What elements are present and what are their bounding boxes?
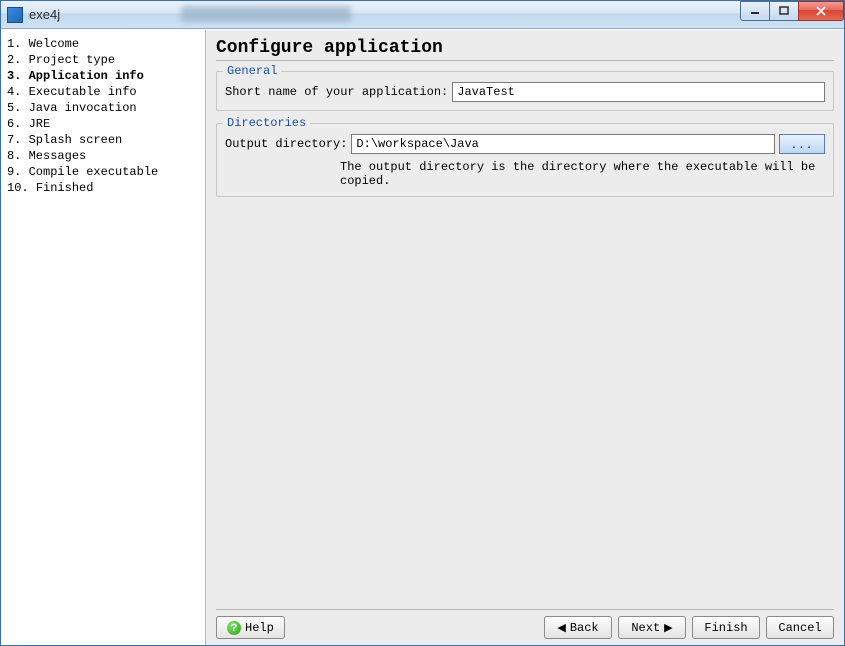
minimize-icon [750, 6, 760, 16]
window-title: exe4j [29, 7, 60, 22]
sidebar-step-project-type[interactable]: 2. Project type [5, 52, 201, 68]
page-title: Configure application [216, 38, 834, 61]
directories-legend: Directories [223, 116, 310, 130]
cancel-label: Cancel [778, 621, 821, 635]
back-label: Back [570, 621, 599, 635]
finish-button[interactable]: Finish [692, 616, 760, 639]
titlebar-blur [181, 6, 351, 22]
back-button[interactable]: ◀ Back [544, 616, 612, 639]
arrow-left-icon: ◀ [557, 621, 565, 634]
help-icon: ? [227, 621, 241, 635]
close-button[interactable] [798, 1, 844, 21]
browse-button[interactable]: ... [779, 134, 825, 154]
maximize-button[interactable] [769, 1, 799, 21]
app-icon [7, 7, 23, 23]
sidebar-step-messages[interactable]: 8. Messages [5, 148, 201, 164]
general-group: General Short name of your application: [216, 71, 834, 111]
app-window: exe4j 1. Welcome 2. Project type 3. Appl… [0, 0, 845, 646]
sidebar-step-java-invocation[interactable]: 5. Java invocation [5, 100, 201, 116]
short-name-row: Short name of your application: [225, 82, 825, 102]
sidebar-step-application-info[interactable]: 3. Application info [5, 68, 201, 84]
help-label: Help [245, 621, 274, 635]
titlebar[interactable]: exe4j [1, 1, 844, 29]
next-label: Next [631, 621, 660, 635]
short-name-input[interactable] [452, 82, 825, 102]
wizard-footer: ? Help ◀ Back Next ▶ Finish Cancel [216, 609, 834, 639]
sidebar-step-executable-info[interactable]: 4. Executable info [5, 84, 201, 100]
wizard-sidebar: 1. Welcome 2. Project type 3. Applicatio… [1, 30, 206, 645]
minimize-button[interactable] [740, 1, 770, 21]
output-dir-row: Output directory: ... [225, 134, 825, 154]
general-legend: General [223, 64, 281, 78]
sidebar-step-compile-executable[interactable]: 9. Compile executable [5, 164, 201, 180]
wizard-main: Configure application General Short name… [206, 30, 844, 645]
sidebar-step-jre[interactable]: 6. JRE [5, 116, 201, 132]
output-dir-label: Output directory: [225, 137, 347, 151]
finish-label: Finish [704, 621, 747, 635]
sidebar-step-splash-screen[interactable]: 7. Splash screen [5, 132, 201, 148]
output-dir-hint: The output directory is the directory wh… [225, 160, 825, 188]
help-button[interactable]: ? Help [216, 616, 285, 639]
window-controls [741, 1, 844, 21]
sidebar-step-finished[interactable]: 10. Finished [5, 180, 201, 196]
close-icon [815, 6, 827, 16]
arrow-right-icon: ▶ [664, 621, 672, 634]
sidebar-step-welcome[interactable]: 1. Welcome [5, 36, 201, 52]
maximize-icon [779, 6, 789, 16]
content-area: 1. Welcome 2. Project type 3. Applicatio… [1, 29, 844, 645]
short-name-label: Short name of your application: [225, 85, 448, 99]
cancel-button[interactable]: Cancel [766, 616, 834, 639]
directories-group: Directories Output directory: ... The ou… [216, 123, 834, 197]
next-button[interactable]: Next ▶ [618, 616, 686, 639]
output-dir-input[interactable] [351, 134, 775, 154]
